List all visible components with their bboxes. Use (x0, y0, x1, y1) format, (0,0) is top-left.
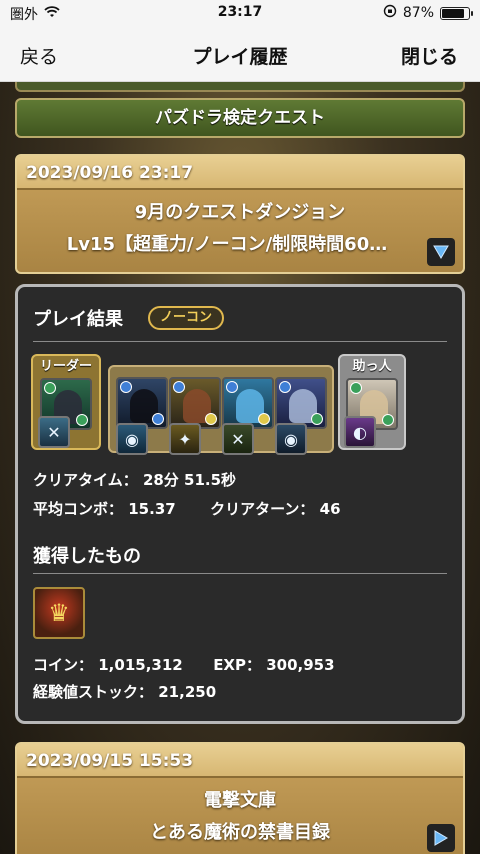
leader-label: リーダー (39, 359, 92, 374)
previous-entry-edge (15, 82, 465, 92)
helper-slot: 助っ人 ◐ (338, 354, 406, 450)
assist-icon[interactable]: ◉ (275, 423, 307, 455)
combo-turn-row: 平均コンボ： 15.37 クリアターン： 46 (33, 498, 341, 519)
divider (33, 573, 447, 574)
quest-category-button[interactable]: パズドラ検定クエスト (15, 98, 465, 138)
sub-members: ◉ ✦ ✕ ◉ (108, 365, 334, 455)
triangle-right-icon (434, 830, 448, 846)
coin-exp-row: コイン： 1,015,312 EXP： 300,953 (33, 654, 335, 675)
exp-stock-row: 経験値ストック： 21,250 (33, 681, 216, 702)
battery-icon (440, 6, 473, 20)
avg-combo-label: 平均コンボ： (33, 500, 124, 518)
collapse-toggle-button[interactable] (427, 238, 455, 266)
orientation-lock-icon (383, 4, 397, 22)
battery-fill (442, 8, 464, 18)
avg-combo-value: 15.37 (128, 500, 176, 518)
nav-bar: 戻る プレイ履歴 閉じる (0, 26, 480, 82)
clear-turn-label: クリアターン： (210, 500, 315, 518)
history-content[interactable]: パズドラ検定クエスト 2023/09/16 23:17 9月のクエストダンジョン… (0, 82, 480, 854)
play-result-panel: プレイ結果 ノーコン リーダー ✕ ◉ ✦ ✕ ◉ 助っ人 ◐ クリアタイム： … (15, 284, 465, 724)
status-bar: 圏外 23:17 87% (0, 0, 480, 26)
close-button[interactable]: 閉じる (401, 42, 458, 69)
assist-icon[interactable]: ◉ (116, 423, 148, 455)
coin-value: 1,015,312 (98, 656, 183, 674)
exp-label: EXP： (213, 656, 261, 674)
battery-percent: 87% (402, 5, 434, 21)
sub-monster-icon[interactable] (275, 377, 327, 429)
helper-label: 助っ人 (352, 359, 392, 374)
obtained-monster-icon[interactable]: ♛ (33, 587, 85, 639)
no-continue-badge: ノーコン (148, 306, 225, 330)
history-entry[interactable]: 2023/09/16 23:17 9月のクエストダンジョン Lv15【超重力/ノ… (15, 154, 465, 274)
triangle-down-icon (433, 245, 449, 259)
coin-label: コイン： (33, 656, 94, 674)
assist-icon[interactable]: ✕ (222, 423, 254, 455)
history-entry[interactable]: 2023/09/15 15:53 電撃文庫 とある魔術の禁書目録 (15, 742, 465, 854)
sub-monster-icon[interactable] (169, 377, 221, 429)
assist-icon[interactable]: ◐ (344, 416, 376, 448)
expand-toggle-button[interactable] (427, 824, 455, 852)
exp-stock-label: 経験値ストック： (33, 683, 154, 701)
assist-icon[interactable]: ✕ (38, 416, 70, 448)
clear-time-label: クリアタイム： (33, 471, 138, 489)
assist-icon[interactable]: ✦ (169, 423, 201, 455)
sub-monster-icon[interactable] (116, 377, 168, 429)
leader-slot: リーダー ✕ (31, 354, 101, 450)
clear-time-row: クリアタイム： 28分 51.5秒 (33, 469, 236, 490)
clear-time-value: 28分 51.5秒 (142, 471, 237, 489)
entry-floor-name: Lv15【超重力/ノーコン/制限時間60… (66, 234, 388, 255)
exp-value: 300,953 (266, 656, 335, 674)
sub-monster-icon[interactable] (222, 377, 274, 429)
status-right: 87% (383, 4, 473, 22)
entry-floor-name: とある魔術の禁書目録 (150, 822, 330, 843)
clear-turn-value: 46 (319, 500, 341, 518)
exp-stock-value: 21,250 (158, 683, 217, 701)
entry-dungeon-name: 9月のクエストダンジョン (134, 202, 346, 223)
entry-datetime: 2023/09/15 15:53 (17, 744, 463, 778)
play-result-heading: プレイ結果 (33, 309, 123, 330)
obtained-heading: 獲得したもの (33, 546, 141, 567)
entry-datetime: 2023/09/16 23:17 (17, 156, 463, 190)
entry-dungeon-name: 電撃文庫 (204, 790, 276, 811)
divider (33, 341, 447, 342)
